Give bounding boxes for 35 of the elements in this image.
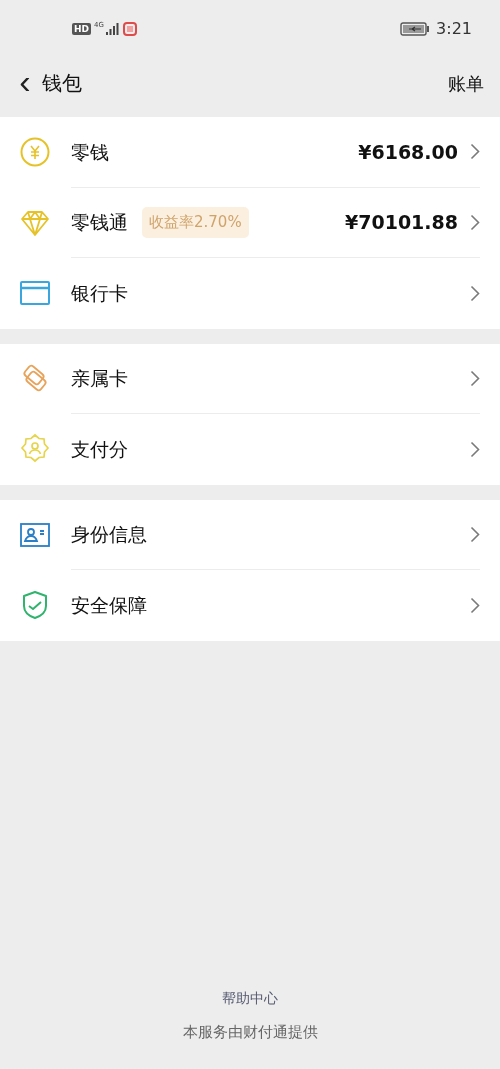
menu-item[interactable]: 安全保障: [0, 570, 500, 641]
menu-item[interactable]: 身份信息: [0, 499, 500, 570]
yield-tag: 收益率2.70%: [142, 207, 249, 238]
balance-amount: ¥70101.88: [345, 210, 458, 235]
chevron-right-icon: [470, 596, 480, 614]
item-label: 身份信息: [71, 522, 147, 547]
menu-item[interactable]: 银行卡: [0, 258, 500, 329]
chevron-right-icon: [470, 284, 480, 302]
hd-badge: HD: [72, 23, 91, 35]
coin-icon: [19, 136, 51, 169]
item-label: 零钱通: [71, 210, 128, 235]
page-title: 钱包: [42, 70, 82, 97]
menu-item[interactable]: 支付分: [0, 414, 500, 485]
app-icon: [122, 22, 137, 36]
item-label: 安全保障: [71, 593, 147, 618]
chevron-right-icon: [470, 369, 480, 387]
chevron-right-icon: [470, 143, 480, 161]
balance-amount: ¥6168.00: [358, 139, 458, 165]
chevron-right-icon: [470, 213, 480, 231]
clock: 3:21: [436, 18, 472, 40]
chevron-right-icon: [470, 440, 480, 458]
item-label: 亲属卡: [71, 366, 128, 391]
bills-link[interactable]: 账单: [448, 69, 484, 97]
chevron-right-icon: [470, 525, 480, 543]
menu-item[interactable]: 零钱通 收益率2.70% ¥70101.88: [0, 187, 500, 258]
item-label: 银行卡: [71, 281, 128, 306]
menu-item[interactable]: 亲属卡: [0, 343, 500, 414]
item-label: 支付分: [71, 437, 128, 462]
help-center-link[interactable]: 帮助中心: [222, 987, 278, 1009]
provider-note: 本服务由财付通提供: [182, 1021, 318, 1043]
item-label: 零钱: [71, 139, 109, 165]
battery-icon: [400, 22, 431, 36]
signal-icon: [104, 22, 119, 36]
menu-item[interactable]: 零钱 ¥6168.00: [0, 117, 500, 188]
back-button[interactable]: ‹: [16, 66, 34, 96]
